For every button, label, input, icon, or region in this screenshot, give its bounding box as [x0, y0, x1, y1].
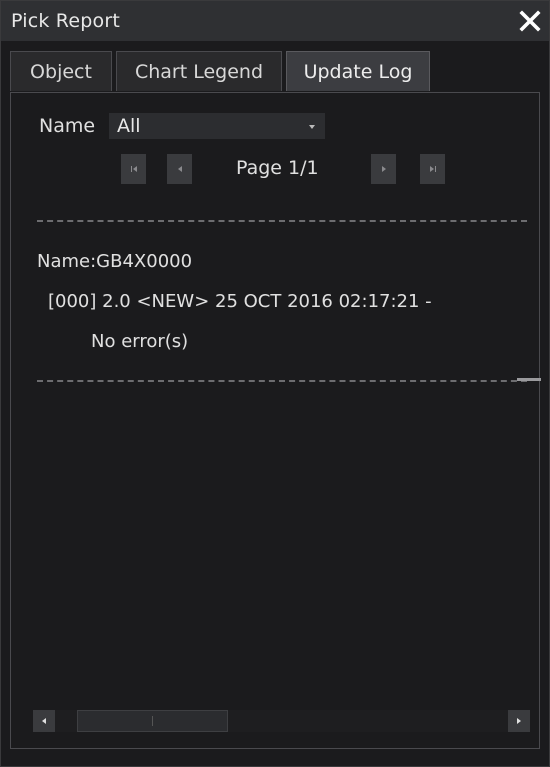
prev-page-icon [177, 166, 182, 172]
update-log-panel: Name All Page 1/1 Name:GB4X0000 [000] 2.… [10, 92, 541, 749]
separator-top [37, 220, 527, 222]
name-filter-label: Name [39, 115, 96, 137]
page-indicator: Page 1/1 [236, 157, 319, 179]
scroll-right-icon [517, 718, 521, 724]
scroll-thumb[interactable] [77, 710, 228, 732]
close-icon [519, 10, 541, 32]
overflow-marker [517, 378, 541, 381]
scroll-right-button[interactable] [508, 710, 530, 732]
log-cell-name: Name:GB4X0000 [37, 251, 193, 272]
pick-report-window: Pick Report Object Chart Legend Update L… [0, 0, 550, 767]
horizontal-scrollbar[interactable] [33, 710, 530, 732]
tab-bar: Object Chart Legend Update Log [10, 51, 540, 93]
close-button[interactable] [515, 6, 545, 36]
separator-bottom [37, 380, 527, 382]
tab-chart-legend[interactable]: Chart Legend [116, 51, 282, 91]
name-filter-value: All [117, 115, 141, 137]
scroll-track[interactable] [55, 710, 508, 732]
tab-object[interactable]: Object [10, 51, 112, 91]
last-page-button[interactable] [420, 154, 445, 184]
first-page-button[interactable] [121, 154, 146, 184]
window-title: Pick Report [11, 10, 120, 32]
tab-update-log[interactable]: Update Log [286, 51, 430, 91]
first-page-icon [130, 166, 137, 172]
last-page-icon [429, 166, 436, 172]
grip-icon [152, 716, 153, 726]
prev-page-button[interactable] [167, 154, 192, 184]
scroll-left-icon [42, 718, 46, 724]
next-page-button[interactable] [371, 154, 396, 184]
log-entry: [000] 2.0 <NEW> 25 OCT 2016 02:17:21 - [48, 291, 432, 312]
scroll-left-button[interactable] [33, 710, 55, 732]
next-page-icon [381, 166, 386, 172]
name-filter-dropdown[interactable]: All [109, 113, 325, 139]
title-bar[interactable]: Pick Report [1, 1, 549, 41]
log-status: No error(s) [91, 331, 189, 352]
chevron-down-icon [309, 125, 315, 129]
